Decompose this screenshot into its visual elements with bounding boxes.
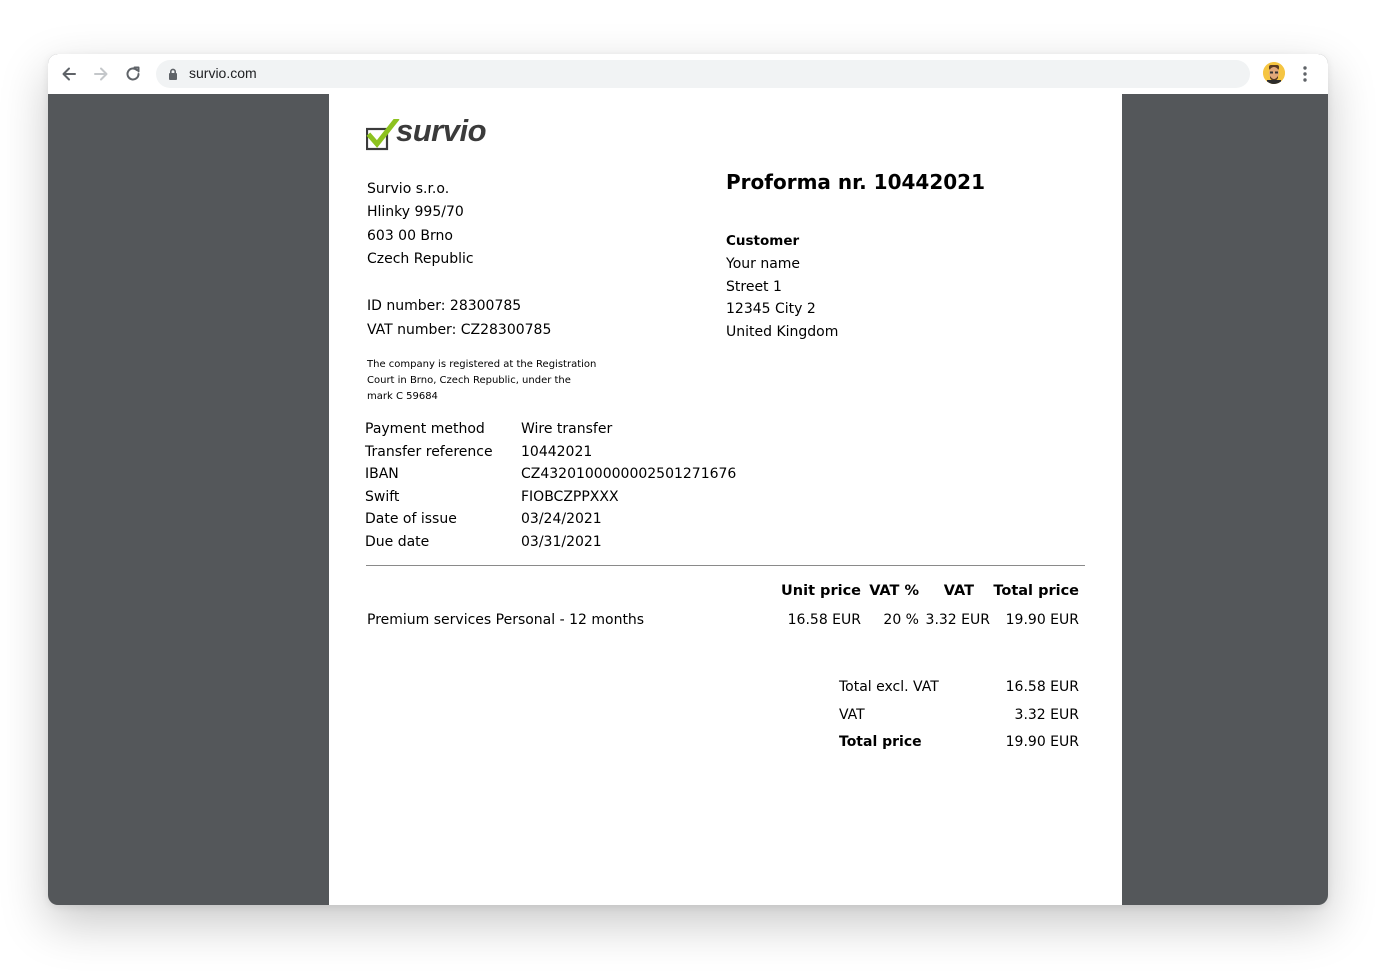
date-of-issue-value: 03/24/2021 [521,511,602,527]
browser-menu-button[interactable] [1296,62,1314,86]
company-id-number: ID number: 28300785 [367,298,522,314]
logo-wordmark: survio [396,113,487,148]
arrow-left-icon [62,67,76,81]
total-price-header: Total price [993,583,1079,599]
item-vat: 3.32 EUR [925,612,990,628]
iban-label: IBAN [365,466,399,482]
vat-header: VAT [943,583,974,599]
back-button[interactable] [57,62,81,86]
swift-value: FIOBCZPPXXX [521,489,619,505]
item-vat-percent: 20 % [883,612,919,628]
swift-label: Swift [365,489,400,505]
total-price-label: Total price [839,734,922,750]
invoice-title: Proforma nr. 10442021 [726,170,986,194]
profile-avatar-icon[interactable] [1263,62,1285,84]
customer-street: Street 1 [726,279,782,295]
total-excl-vat-value: 16.58 EUR [1005,679,1079,695]
item-unit-price: 16.58 EUR [787,612,861,628]
customer-country: United Kingdom [726,324,839,340]
item-description: Premium services Personal - 12 months [367,612,645,628]
url-text[interactable]: survio.com [189,65,257,81]
payment-method-value: Wire transfer [521,421,613,437]
due-date-label: Due date [365,534,430,550]
browser-toolbar: survio.com [48,54,1328,94]
company-country: Czech Republic [367,251,474,267]
total-excl-vat-label: Total excl. VAT [839,679,939,695]
lock-icon [169,68,177,80]
item-total-price: 19.90 EUR [1005,612,1079,628]
due-date-value: 03/31/2021 [521,534,602,550]
total-vat-label: VAT [839,707,865,723]
forward-button[interactable] [89,62,113,86]
vat-percent-header: VAT % [869,583,919,599]
invoice-page: survio Survio s.r.o. Hlinky 995/70 603 0… [329,94,1122,905]
divider-line [366,565,1085,566]
date-of-issue-label: Date of issue [365,511,457,527]
company-vat-number: VAT number: CZ28300785 [367,322,552,338]
arrow-right-icon [94,67,108,81]
total-price-value: 19.90 EUR [1005,734,1079,750]
company-street: Hlinky 995/70 [367,204,464,220]
company-name: Survio s.r.o. [367,181,450,197]
total-vat-value: 3.32 EUR [1014,707,1079,723]
browser-window: survio.com survio Survio s.r.o. Hlinky 9… [48,54,1328,905]
company-city: 603 00 Brno [367,228,453,244]
reload-icon [126,66,140,81]
registration-note: The company is registered at the Registr… [367,359,597,402]
face-icon [1263,62,1285,84]
iban-value: CZ4320100000002501271676 [521,466,737,482]
customer-label: Customer [726,233,800,249]
survio-logo: survio [366,113,491,155]
payment-method-label: Payment method [365,421,485,437]
address-bar[interactable]: survio.com [156,60,1250,88]
reload-button[interactable] [121,62,145,86]
customer-name: Your name [726,256,801,272]
transfer-reference-label: Transfer reference [365,444,493,460]
unit-price-header: Unit price [781,583,861,599]
more-vert-icon [1303,66,1307,82]
customer-city: 12345 City 2 [726,301,816,317]
transfer-reference-value: 10442021 [521,444,593,460]
